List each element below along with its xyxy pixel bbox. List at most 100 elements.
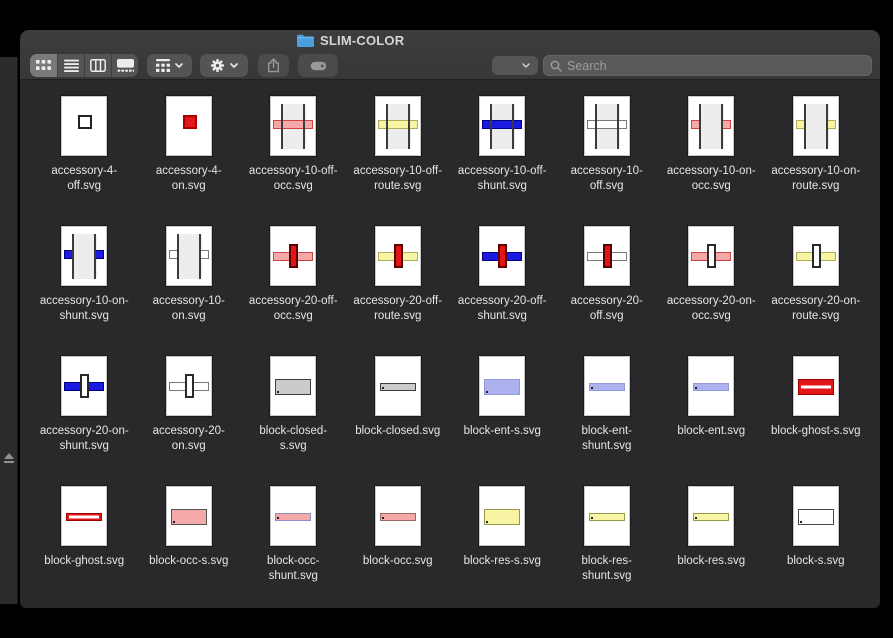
chevron-down-icon (230, 63, 238, 68)
file-name: block-ent-shunt.svg (562, 424, 652, 453)
tag-button[interactable] (298, 54, 338, 77)
file-name: accessory-10-on.svg (144, 294, 234, 323)
file-grid: accessory-4-off.svg accessory-4-on.svg acc… (20, 80, 880, 608)
file-name: block-closed.svg (355, 424, 440, 439)
file-item[interactable]: accessory-20-on.svg (137, 356, 242, 486)
file-item[interactable]: accessory-4-on.svg (137, 96, 242, 226)
file-item[interactable]: block-closed-s.svg (241, 356, 346, 486)
file-thumbnail (166, 356, 212, 416)
file-thumbnail (793, 356, 839, 416)
file-item[interactable]: block-occ-s.svg (137, 486, 242, 608)
share-icon (267, 58, 280, 73)
file-thumbnail (166, 96, 212, 156)
eject-icon[interactable] (3, 453, 14, 463)
file-item[interactable]: accessory-20-on-occ.svg (659, 226, 764, 356)
file-item[interactable]: block-occ-shunt.svg (241, 486, 346, 608)
file-name: accessory-10-off.svg (562, 164, 652, 193)
file-item[interactable]: block-ghost-s.svg (764, 356, 869, 486)
file-name: block-s.svg (787, 554, 845, 569)
file-name: accessory-20-off.svg (562, 294, 652, 323)
file-item[interactable]: block-occ.svg (346, 486, 451, 608)
file-thumbnail (584, 486, 630, 546)
file-item[interactable]: accessory-10-on-shunt.svg (32, 226, 137, 356)
file-name: accessory-10-on-occ.svg (666, 164, 756, 193)
file-item[interactable]: accessory-4-off.svg (32, 96, 137, 226)
file-item[interactable]: accessory-10-off-shunt.svg (450, 96, 555, 226)
window-chrome: SLIM-COLOR (20, 30, 880, 80)
file-thumbnail (688, 486, 734, 546)
chevron-down-icon (522, 63, 530, 68)
file-item[interactable]: accessory-20-off-occ.svg (241, 226, 346, 356)
search-field[interactable] (543, 55, 872, 76)
file-item[interactable]: block-res.svg (659, 486, 764, 608)
file-name: accessory-20-off-occ.svg (248, 294, 338, 323)
file-item[interactable]: accessory-20-on-route.svg (764, 226, 869, 356)
file-thumbnail (61, 486, 107, 546)
file-thumbnail (61, 356, 107, 416)
folder-icon (297, 34, 314, 47)
action-menu-button[interactable] (200, 54, 248, 77)
file-name: accessory-4-off.svg (39, 164, 129, 193)
file-name: accessory-4-on.svg (144, 164, 234, 193)
file-item[interactable]: accessory-20-off-shunt.svg (450, 226, 555, 356)
file-item[interactable]: accessory-10-on.svg (137, 226, 242, 356)
file-thumbnail (61, 226, 107, 286)
file-thumbnail (479, 226, 525, 286)
list-view-icon (64, 59, 79, 72)
file-name: block-res-shunt.svg (562, 554, 652, 583)
share-button[interactable] (258, 54, 289, 77)
file-item[interactable]: block-closed.svg (346, 356, 451, 486)
tag-icon (310, 61, 327, 71)
window-title-proxy[interactable]: SLIM-COLOR (297, 33, 404, 48)
group-by-button[interactable] (147, 54, 192, 77)
file-item[interactable]: block-ent.svg (659, 356, 764, 486)
file-thumbnail (479, 486, 525, 546)
file-name: block-ent.svg (677, 424, 745, 439)
file-name: block-occ.svg (363, 554, 433, 569)
file-name: accessory-20-off-shunt.svg (457, 294, 547, 323)
file-item[interactable]: accessory-10-on-occ.svg (659, 96, 764, 226)
file-item[interactable]: accessory-10-off-route.svg (346, 96, 451, 226)
file-name: block-res.svg (677, 554, 745, 569)
file-item[interactable]: block-ent-s.svg (450, 356, 555, 486)
search-scope-dropdown[interactable] (492, 56, 538, 75)
file-thumbnail (584, 226, 630, 286)
file-item[interactable]: accessory-20-off-route.svg (346, 226, 451, 356)
file-item[interactable]: block-res-s.svg (450, 486, 555, 608)
gallery-view-button[interactable] (111, 54, 138, 77)
file-item[interactable]: block-ghost.svg (32, 486, 137, 608)
column-view-icon (90, 59, 106, 72)
file-thumbnail (61, 96, 107, 156)
file-thumbnail (479, 356, 525, 416)
file-name: accessory-10-off-occ.svg (248, 164, 338, 193)
file-item[interactable]: accessory-20-on-shunt.svg (32, 356, 137, 486)
list-view-button[interactable] (57, 54, 84, 77)
file-item[interactable]: accessory-10-off.svg (555, 96, 660, 226)
file-item[interactable]: block-s.svg (764, 486, 869, 608)
column-view-button[interactable] (84, 54, 111, 77)
file-thumbnail (584, 96, 630, 156)
icon-view-button[interactable] (30, 54, 57, 77)
file-name: block-occ-shunt.svg (248, 554, 338, 583)
title-bar: SLIM-COLOR (20, 30, 880, 52)
file-name: accessory-10-on-shunt.svg (39, 294, 129, 323)
file-item[interactable]: block-ent-shunt.svg (555, 356, 660, 486)
file-name: accessory-20-off-route.svg (353, 294, 443, 323)
file-thumbnail (375, 356, 421, 416)
eject-bar (4, 461, 14, 463)
file-item[interactable]: accessory-10-off-occ.svg (241, 96, 346, 226)
finder-window: SLIM-COLOR (20, 30, 880, 608)
gallery-view-icon (117, 59, 134, 72)
screen: SLIM-COLOR (0, 0, 893, 638)
file-thumbnail (375, 96, 421, 156)
file-name: block-ghost-s.svg (771, 424, 860, 439)
file-item[interactable]: accessory-20-off.svg (555, 226, 660, 356)
file-name: block-closed-s.svg (248, 424, 338, 453)
file-item[interactable]: accessory-10-on-route.svg (764, 96, 869, 226)
file-name: block-res-s.svg (464, 554, 541, 569)
search-input[interactable] (567, 59, 865, 73)
gear-icon (210, 58, 225, 73)
file-name: block-occ-s.svg (149, 554, 228, 569)
file-item[interactable]: block-res-shunt.svg (555, 486, 660, 608)
background-window-strip (0, 57, 18, 604)
